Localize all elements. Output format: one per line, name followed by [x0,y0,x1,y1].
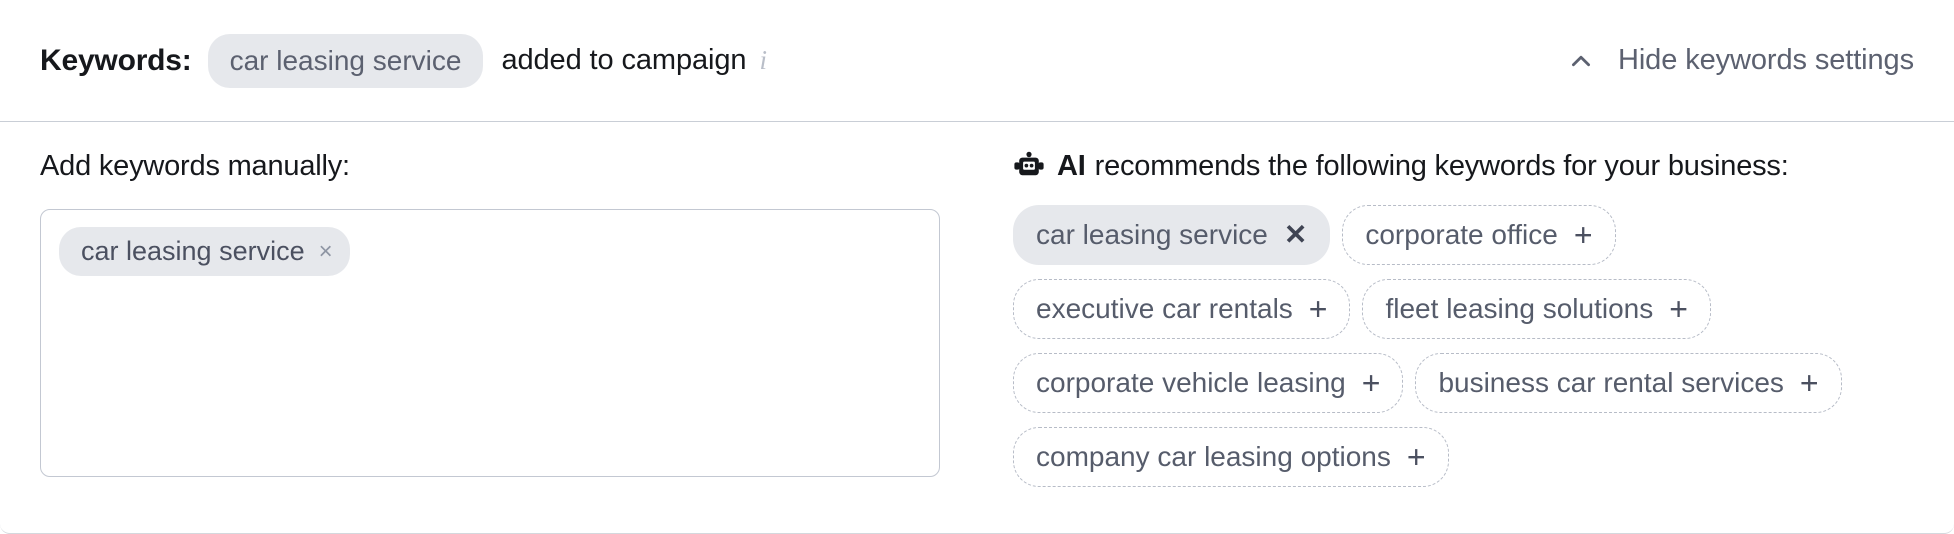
ai-label: AI [1057,150,1086,182]
ai-recommendation-chip-label: executive car rentals [1036,293,1293,324]
ai-recommendation-chip[interactable]: corporate office + [1342,205,1616,265]
ai-recommendations-heading: AI recommends the following keywords for… [1013,150,1954,183]
keywords-body: Add keywords manually: car leasing servi… [0,122,1954,487]
manual-keyword-chip[interactable]: car leasing service × [59,227,350,276]
add-keyword-icon[interactable]: + [1800,367,1819,399]
header-status-text: added to campaign [501,44,747,76]
ai-recommendations-column: AI recommends the following keywords for… [975,122,1954,487]
chevron-up-icon [1568,48,1594,74]
ai-recommendation-chip-label: corporate vehicle leasing [1036,367,1346,398]
ai-recommendation-chip-label: car leasing service [1036,219,1268,250]
remove-keyword-icon[interactable]: ✕ [1284,221,1307,249]
info-icon[interactable]: i [759,47,767,74]
ai-recommendation-chip-label: business car rental services [1438,367,1784,398]
add-keyword-icon[interactable]: + [1669,293,1688,325]
ai-recommendation-chip-label: company car leasing options [1036,441,1391,472]
ai-recommendation-chip-list: car leasing service ✕ corporate office +… [1013,205,1903,487]
ai-recommendation-chip[interactable]: corporate vehicle leasing + [1013,353,1404,413]
page-title: Keywords: [40,43,192,77]
manual-keywords-input[interactable]: car leasing service × [40,209,940,477]
ai-recommendation-chip[interactable]: car leasing service ✕ [1013,205,1331,265]
robot-icon [1013,151,1045,183]
keywords-settings-card: Keywords: car leasing service added to c… [0,0,1954,534]
hide-keywords-settings-button[interactable]: Hide keywords settings [1568,44,1914,77]
keywords-header-summary: Keywords: car leasing service added to c… [40,33,767,88]
ai-recommendation-chip-label: corporate office [1365,219,1558,250]
close-icon[interactable]: × [319,239,333,264]
hide-keywords-settings-label: Hide keywords settings [1618,44,1914,76]
manual-keywords-column: Add keywords manually: car leasing servi… [0,122,975,487]
add-keyword-icon[interactable]: + [1574,219,1593,251]
ai-recommendation-chip[interactable]: fleet leasing solutions + [1362,279,1711,339]
manual-keywords-label: Add keywords manually: [40,150,350,182]
ai-recommendation-chip[interactable]: executive car rentals + [1013,279,1351,339]
ai-recommendation-chip[interactable]: business car rental services + [1415,353,1842,413]
add-keyword-icon[interactable]: + [1407,441,1426,473]
keywords-header: Keywords: car leasing service added to c… [0,0,1954,122]
ai-recommendation-chip-label: fleet leasing solutions [1385,293,1654,324]
add-keyword-icon[interactable]: + [1309,293,1328,325]
add-keyword-icon[interactable]: + [1362,367,1381,399]
ai-recommendation-chip[interactable]: company car leasing options + [1013,427,1449,487]
header-keyword-chip: car leasing service [207,33,484,88]
ai-heading-text: recommends the following keywords for yo… [1094,150,1789,182]
manual-keyword-chip-label: car leasing service [81,236,305,266]
